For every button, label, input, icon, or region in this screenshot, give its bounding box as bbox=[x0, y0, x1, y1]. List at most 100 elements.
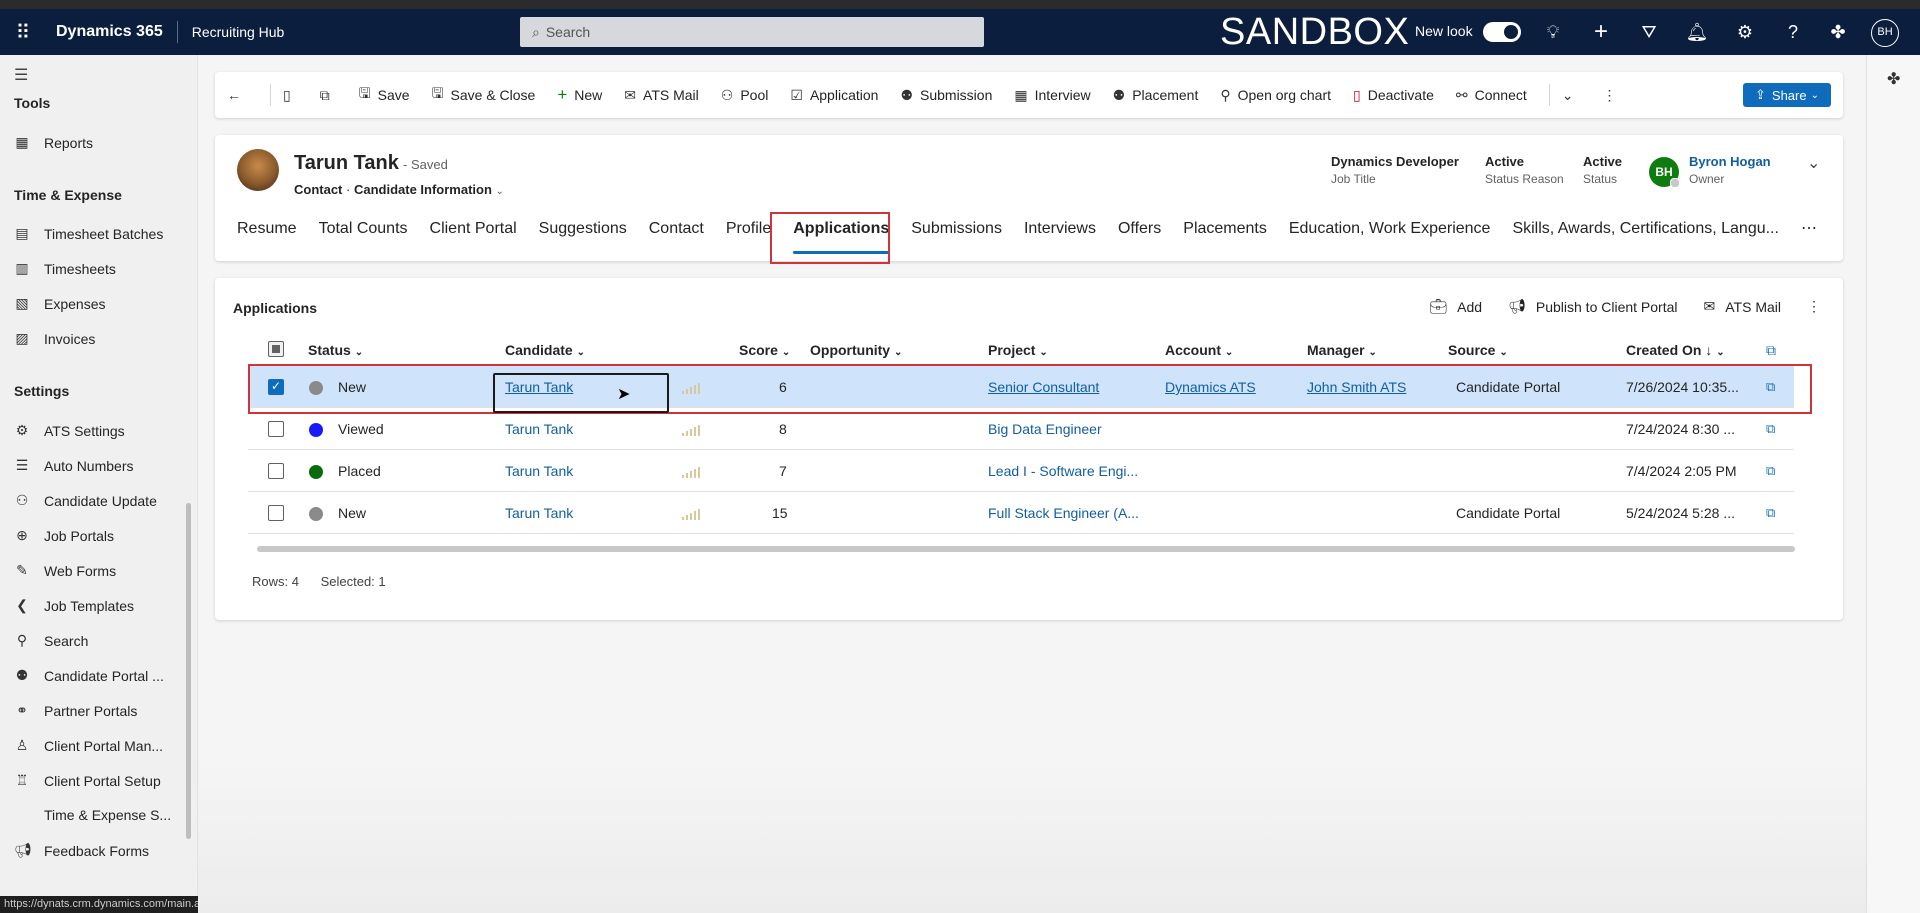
nav-item-auto-numbers[interactable]: ☰ Auto Numbers bbox=[14, 457, 134, 474]
column-header-manager[interactable]: Manager ⌄ bbox=[1307, 342, 1377, 358]
copilot-icon[interactable]: ✤ bbox=[1887, 69, 1900, 89]
tab-placements[interactable]: Placements bbox=[1183, 218, 1267, 240]
nav-item-partner-portals[interactable]: ⚭ Partner Portals bbox=[14, 702, 137, 719]
hamburger-icon[interactable]: ☰ bbox=[14, 65, 28, 85]
nav-scrollbar[interactable] bbox=[186, 503, 191, 839]
search-input[interactable]: ⌕ Search bbox=[520, 17, 984, 47]
form-view-button[interactable]: ▯ bbox=[283, 87, 298, 104]
back-button[interactable]: ← bbox=[227, 87, 248, 103]
more-tabs-button[interactable]: ⋯ bbox=[1801, 218, 1817, 240]
nav-item-job-portals[interactable]: ⊕ Job Portals bbox=[14, 527, 114, 544]
tab-profile[interactable]: Profile bbox=[726, 218, 771, 240]
cell-project-link[interactable]: Big Data Engineer bbox=[988, 421, 1102, 437]
tab-skills-awards[interactable]: Skills, Awards, Certifications, Langu... bbox=[1512, 218, 1779, 240]
nav-item-job-templates[interactable]: ❮ Job Templates bbox=[14, 597, 134, 614]
nav-item-candidate-update[interactable]: ⚇ Candidate Update bbox=[14, 492, 157, 509]
nav-item-client-portal-man[interactable]: ♙ Client Portal Man... bbox=[14, 737, 163, 754]
nav-item-time-expense-settings[interactable]: Time & Expense S... bbox=[14, 807, 171, 823]
lightbulb-icon[interactable]: 💡︎ bbox=[1541, 20, 1565, 44]
column-header-score[interactable]: Score ⌄ bbox=[739, 342, 790, 358]
save-close-button[interactable]: 🖫 Save & Close bbox=[432, 83, 536, 107]
open-grid-icon[interactable]: ⧉ bbox=[1766, 342, 1776, 359]
expand-header-icon[interactable]: ⌄ bbox=[1807, 153, 1820, 173]
column-header-created-on[interactable]: Created On ↓ ⌄ bbox=[1626, 342, 1725, 358]
new-button[interactable]: + New bbox=[557, 85, 602, 105]
nav-item-client-portal-setup[interactable]: ♖ Client Portal Setup bbox=[14, 772, 161, 789]
column-header-source[interactable]: Source ⌄ bbox=[1448, 342, 1508, 358]
ats-mail-button[interactable]: ✉ ATS Mail bbox=[624, 87, 698, 104]
grid-horizontal-scrollbar[interactable] bbox=[257, 546, 1795, 552]
help-icon[interactable]: ? bbox=[1781, 20, 1805, 44]
nav-item-ats-settings[interactable]: ⚙ ATS Settings bbox=[14, 422, 125, 439]
table-row[interactable]: Placed Tarun Tank 7 Lead I - Software En… bbox=[248, 450, 1794, 492]
tab-offers[interactable]: Offers bbox=[1118, 218, 1161, 240]
bell-icon[interactable]: 🔔︎ bbox=[1685, 20, 1709, 44]
tab-interviews[interactable]: Interviews bbox=[1024, 218, 1096, 240]
app-launcher-icon[interactable]: ⠿ bbox=[0, 9, 46, 55]
cell-candidate-link[interactable]: Tarun Tank bbox=[505, 463, 573, 479]
select-all-checkbox[interactable] bbox=[268, 341, 284, 357]
tab-suggestions[interactable]: Suggestions bbox=[539, 218, 627, 240]
pool-button[interactable]: ⚇ Pool bbox=[721, 87, 769, 104]
tab-contact[interactable]: Contact bbox=[649, 218, 704, 240]
column-header-opportunity[interactable]: Opportunity ⌄ bbox=[810, 342, 902, 358]
owner-name-link[interactable]: Byron Hogan bbox=[1689, 154, 1771, 169]
table-row[interactable]: New Tarun Tank 15 Full Stack Engineer (A… bbox=[248, 492, 1794, 534]
new-look-toggle[interactable] bbox=[1483, 22, 1521, 42]
popout-button[interactable]: ⧉ bbox=[320, 87, 337, 104]
cell-project-link[interactable]: Lead I - Software Engi... bbox=[988, 463, 1138, 479]
share-button[interactable]: ⇪ Share ⌄ bbox=[1743, 83, 1831, 107]
cell-candidate-link[interactable]: Tarun Tank bbox=[505, 421, 573, 437]
entity-form-selector[interactable]: Contact · Candidate Information ⌄ bbox=[294, 182, 504, 197]
tab-client-portal[interactable]: Client Portal bbox=[430, 218, 517, 240]
submission-button[interactable]: ⚉ Submission bbox=[900, 87, 992, 104]
nav-item-search[interactable]: ⚲ Search bbox=[14, 632, 89, 649]
column-header-candidate[interactable]: Candidate ⌄ bbox=[505, 342, 585, 358]
nav-item-expenses[interactable]: ▧ Expenses bbox=[14, 295, 105, 312]
placement-button[interactable]: ⚉ Placement bbox=[1113, 87, 1199, 104]
plus-icon[interactable]: + bbox=[1589, 20, 1613, 44]
column-header-status[interactable]: Status ⌄ bbox=[308, 342, 363, 358]
open-record-icon[interactable]: ⧉ bbox=[1766, 463, 1775, 479]
application-button[interactable]: ☑ Application bbox=[790, 87, 878, 104]
user-avatar[interactable]: BH bbox=[1871, 19, 1899, 47]
row-checkbox[interactable] bbox=[268, 505, 284, 521]
owner-avatar[interactable]: BH bbox=[1649, 157, 1680, 188]
open-record-icon[interactable]: ⧉ bbox=[1766, 505, 1775, 521]
cell-project-link[interactable]: Full Stack Engineer (A... bbox=[988, 505, 1139, 521]
publish-client-portal-button[interactable]: 📢︎ Publish to Client Portal bbox=[1508, 298, 1677, 315]
add-application-button[interactable]: 💼︎ Add bbox=[1429, 298, 1482, 315]
nav-item-invoices[interactable]: ▨ Invoices bbox=[14, 330, 95, 347]
connect-button[interactable]: ⚯ Connect bbox=[1456, 87, 1527, 104]
subgrid-overflow-button[interactable]: ⋮ bbox=[1807, 298, 1821, 315]
area-name[interactable]: Recruiting Hub bbox=[178, 24, 285, 40]
save-button[interactable]: 🖫 Save bbox=[359, 83, 410, 107]
row-checkbox[interactable] bbox=[268, 463, 284, 479]
copilot-icon[interactable]: ✤ bbox=[1826, 20, 1850, 44]
cell-candidate-link[interactable]: Tarun Tank bbox=[505, 505, 573, 521]
tab-total-counts[interactable]: Total Counts bbox=[319, 218, 408, 240]
overflow-button[interactable]: ⋮ bbox=[1603, 87, 1624, 104]
filter-icon[interactable]: ⛛ bbox=[1637, 20, 1661, 44]
row-checkbox[interactable] bbox=[268, 421, 284, 437]
column-header-project[interactable]: Project ⌄ bbox=[988, 342, 1048, 358]
nav-item-candidate-portal[interactable]: ⚉ Candidate Portal ... bbox=[14, 667, 164, 684]
app-name[interactable]: Dynamics 365 bbox=[46, 21, 178, 43]
more-commands-dropdown[interactable]: ⌄ bbox=[1562, 87, 1581, 104]
deactivate-button[interactable]: ▯ Deactivate bbox=[1353, 87, 1434, 104]
tab-resume[interactable]: Resume bbox=[237, 218, 297, 240]
nav-item-web-forms[interactable]: ✎ Web Forms bbox=[14, 562, 116, 579]
org-chart-button[interactable]: ⚲ Open org chart bbox=[1220, 87, 1331, 104]
tab-education-work-experience[interactable]: Education, Work Experience bbox=[1289, 218, 1491, 240]
interview-button[interactable]: ▦ Interview bbox=[1014, 87, 1090, 104]
nav-item-timesheet-batches[interactable]: ▤ Timesheet Batches bbox=[14, 225, 163, 242]
subgrid-ats-mail-button[interactable]: ✉ ATS Mail bbox=[1704, 298, 1781, 315]
column-header-account[interactable]: Account ⌄ bbox=[1165, 342, 1233, 358]
gear-icon[interactable]: ⚙ bbox=[1733, 20, 1757, 44]
nav-item-feedback-forms[interactable]: 📢︎ Feedback Forms bbox=[14, 842, 149, 859]
record-avatar[interactable] bbox=[237, 149, 279, 191]
open-record-icon[interactable]: ⧉ bbox=[1766, 421, 1775, 437]
tab-submissions[interactable]: Submissions bbox=[911, 218, 1002, 240]
nav-item-timesheets[interactable]: ▥ Timesheets bbox=[14, 260, 115, 277]
nav-item-reports[interactable]: ▦ Reports bbox=[14, 134, 93, 151]
